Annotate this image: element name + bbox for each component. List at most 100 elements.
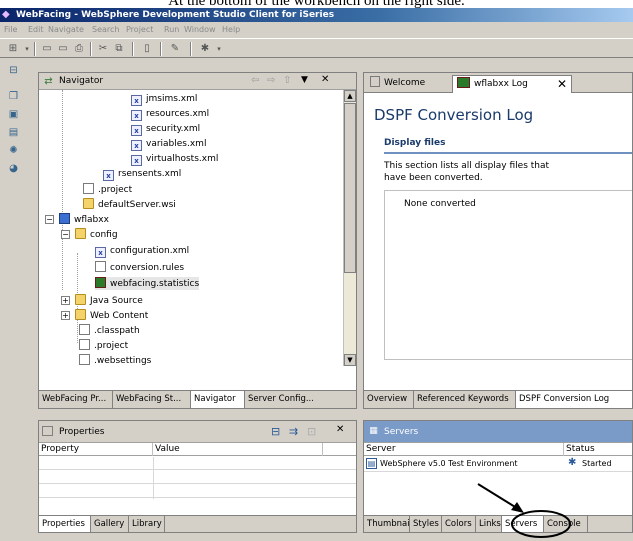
menu-run[interactable]: Run bbox=[164, 23, 179, 37]
show-advanced-icon[interactable]: ⇉ bbox=[289, 425, 298, 438]
expand-icon[interactable]: + bbox=[61, 296, 70, 305]
tab-thumbnail[interactable]: Thumbnail bbox=[364, 516, 410, 532]
vertical-scrollbar[interactable]: ▲ ▼ bbox=[343, 90, 356, 366]
menu-file[interactable]: File bbox=[4, 23, 17, 37]
properties-table-header: Property Value bbox=[39, 443, 356, 456]
scroll-thumb[interactable] bbox=[344, 103, 356, 273]
debug-perspective-icon[interactable]: ✺ bbox=[6, 143, 21, 158]
menu-window[interactable]: Window bbox=[184, 23, 216, 37]
tree-item[interactable]: x resources.xml bbox=[131, 108, 209, 121]
tree-item[interactable]: x virtualhosts.xml bbox=[131, 153, 218, 166]
column-header-server[interactable]: Server bbox=[364, 443, 564, 456]
navigator-tab-bar: WebFacing Pr... WebFacing St... Navigato… bbox=[39, 390, 356, 408]
java-perspective-icon[interactable]: ▣ bbox=[6, 107, 21, 122]
tree-item[interactable]: Java Source bbox=[75, 294, 143, 307]
properties-tab-bar: Properties Gallery Library bbox=[39, 515, 356, 532]
menu-search[interactable]: Search bbox=[92, 23, 119, 37]
workbench-window: ◆ WebFacing - WebSphere Development Stud… bbox=[0, 8, 633, 541]
tree-item[interactable]: .project bbox=[79, 339, 128, 352]
menu-help[interactable]: Help bbox=[222, 23, 240, 37]
cut-icon[interactable]: ✂ bbox=[96, 42, 110, 56]
close-icon[interactable]: ✕ bbox=[321, 74, 329, 85]
save-icon[interactable]: ▭ bbox=[40, 42, 54, 56]
tree-item[interactable]: defaultServer.wsi bbox=[83, 198, 176, 211]
close-icon[interactable]: ✕ bbox=[336, 424, 344, 435]
tree-item[interactable]: x security.xml bbox=[131, 123, 200, 136]
chevron-down-icon[interactable]: ▾ bbox=[212, 42, 226, 56]
started-status-icon: ✱ bbox=[568, 457, 577, 468]
tree-item[interactable]: x variables.xml bbox=[131, 138, 206, 151]
chevron-down-icon[interactable]: ▾ bbox=[20, 42, 34, 56]
tab-styles[interactable]: Styles bbox=[410, 516, 442, 532]
servers-tab-bar: Thumbnail Styles Colors Links Servers Co… bbox=[364, 515, 632, 532]
tree-item[interactable]: config bbox=[75, 228, 118, 241]
tree-item[interactable]: x rsensents.xml bbox=[103, 168, 181, 181]
expand-icon[interactable]: + bbox=[61, 311, 70, 320]
tab-links[interactable]: Links bbox=[476, 516, 502, 532]
restore-default-icon[interactable]: ⊡ bbox=[307, 425, 316, 438]
show-categories-icon[interactable]: ⊟ bbox=[271, 425, 280, 438]
tree-item[interactable]: Web Content bbox=[75, 309, 148, 322]
tree-item[interactable]: .classpath bbox=[79, 324, 140, 337]
server-row[interactable]: ▤ WebSphere v5.0 Test Environment ✱ Star… bbox=[364, 457, 632, 472]
column-header-status[interactable]: Status bbox=[564, 443, 632, 456]
edit-icon[interactable]: ✎ bbox=[168, 42, 182, 56]
collapse-icon[interactable]: − bbox=[45, 215, 54, 224]
tab-welcome[interactable]: Welcome bbox=[366, 75, 444, 93]
toolbar-separator bbox=[132, 42, 134, 56]
scroll-up-icon[interactable]: ▲ bbox=[344, 90, 356, 102]
column-header-property[interactable]: Property bbox=[39, 443, 153, 456]
tab-console[interactable]: Console bbox=[544, 516, 588, 532]
new-wizard-icon[interactable]: ⊞ bbox=[6, 42, 20, 56]
view-menu-icon[interactable]: ▼ bbox=[301, 75, 308, 85]
page-title: DSPF Conversion Log bbox=[374, 106, 534, 124]
tab-dspf-conversion-log[interactable]: DSPF Conversion Log bbox=[516, 391, 632, 408]
back-arrow-icon[interactable]: ⇦ bbox=[251, 75, 259, 86]
tab-servers[interactable]: Servers bbox=[502, 516, 544, 532]
tree-item[interactable]: conversion.rules bbox=[95, 261, 184, 274]
tab-webfacing-structure[interactable]: WebFacing St... bbox=[113, 391, 191, 408]
tab-overview[interactable]: Overview bbox=[364, 391, 414, 408]
tree-item-selected[interactable]: webfacing.statistics bbox=[95, 277, 200, 290]
tab-server-configuration[interactable]: Server Config... bbox=[245, 391, 356, 408]
server-perspective-icon[interactable]: ◕ bbox=[6, 161, 21, 176]
up-arrow-icon[interactable]: ⇧ bbox=[283, 75, 291, 86]
save-all-icon[interactable]: ▭ bbox=[56, 42, 70, 56]
xml-file-icon: x bbox=[95, 247, 106, 258]
web-perspective-icon[interactable]: ▤ bbox=[6, 125, 21, 140]
tab-webfacing-projects[interactable]: WebFacing Pr... bbox=[39, 391, 113, 408]
file-icon bbox=[79, 339, 90, 350]
log-file-icon bbox=[457, 77, 470, 88]
close-icon[interactable]: ✕ bbox=[557, 76, 567, 92]
tab-gallery[interactable]: Gallery bbox=[91, 516, 129, 532]
tree-item[interactable]: .websettings bbox=[79, 354, 151, 367]
tab-properties[interactable]: Properties bbox=[39, 516, 91, 532]
file-icon bbox=[79, 354, 90, 365]
tab-navigator[interactable]: Navigator bbox=[191, 391, 245, 408]
print-icon[interactable]: ⎙ bbox=[72, 42, 86, 56]
tab-referenced-keywords[interactable]: Referenced Keywords bbox=[414, 391, 516, 408]
tree-item[interactable]: wflabxx bbox=[59, 213, 109, 226]
menu-project[interactable]: Project bbox=[126, 23, 153, 37]
section-divider bbox=[384, 152, 632, 154]
scroll-down-icon[interactable]: ▼ bbox=[344, 354, 356, 366]
toolbar-separator bbox=[34, 42, 36, 56]
tab-colors[interactable]: Colors bbox=[442, 516, 476, 532]
tab-library[interactable]: Library bbox=[129, 516, 165, 532]
run-icon[interactable]: ✱ bbox=[198, 42, 212, 56]
copy-icon[interactable]: ⧉ bbox=[112, 42, 126, 56]
menu-edit[interactable]: Edit bbox=[28, 23, 44, 37]
forward-arrow-icon[interactable]: ⇨ bbox=[267, 75, 275, 86]
tree-item[interactable]: x jmsims.xml bbox=[131, 93, 197, 106]
menu-navigate[interactable]: Navigate bbox=[48, 23, 84, 37]
tree-item[interactable]: x configuration.xml bbox=[95, 245, 189, 258]
paste-icon[interactable]: ▯ bbox=[140, 42, 154, 56]
collapse-icon[interactable]: − bbox=[61, 230, 70, 239]
open-perspective-icon[interactable]: ⊟ bbox=[6, 63, 21, 78]
tree-item[interactable]: .project bbox=[83, 183, 132, 196]
xml-file-icon: x bbox=[131, 140, 142, 151]
resource-perspective-icon[interactable]: ❐ bbox=[6, 89, 21, 104]
column-header-value[interactable]: Value bbox=[153, 443, 323, 456]
section-description: This section lists all display files tha… bbox=[384, 161, 550, 183]
tab-wflabxx-log[interactable]: wflabxx Log ✕ bbox=[452, 75, 572, 93]
